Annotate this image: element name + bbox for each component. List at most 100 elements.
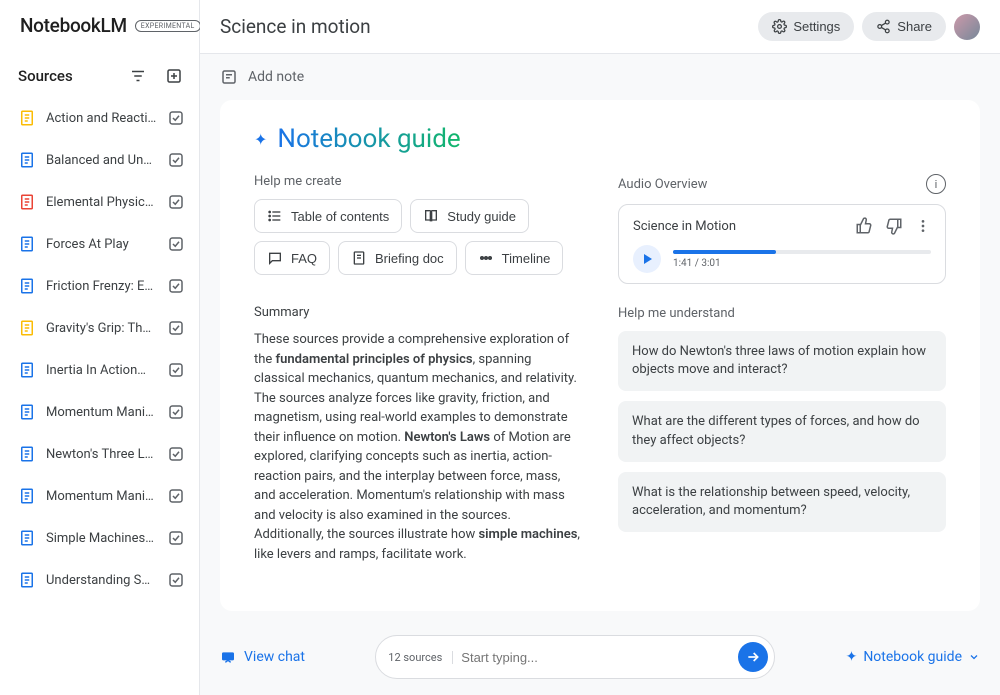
source-item[interactable]: Balanced and Unbalance…	[0, 139, 199, 181]
share-icon	[876, 19, 891, 34]
document-icon	[18, 445, 36, 463]
audio-time: 1:41 / 3:01	[673, 258, 931, 269]
source-item[interactable]: Action and Reaction	[0, 97, 199, 139]
note-add-icon	[220, 68, 238, 86]
app-name: NotebookLM	[20, 14, 127, 37]
document-icon	[18, 151, 36, 169]
chip-timeline[interactable]: Timeline	[465, 241, 564, 275]
source-label: Balanced and Unbalance…	[46, 153, 157, 168]
chip-faq[interactable]: FAQ	[254, 241, 330, 275]
timeline-icon	[478, 250, 494, 266]
chip-briefing[interactable]: Briefing doc	[338, 241, 457, 275]
source-item[interactable]: Gravity's Grip: The Forc…	[0, 307, 199, 349]
audio-overview-label: Audio Overview	[618, 177, 707, 192]
prompt-bar: 12 sources	[375, 635, 775, 679]
chip-briefing-label: Briefing doc	[375, 251, 444, 266]
checkbox-icon[interactable]	[167, 487, 185, 505]
checkbox-icon[interactable]	[167, 361, 185, 379]
source-item[interactable]: Friction Frenzy: Explorin…	[0, 265, 199, 307]
sources-heading: Sources	[18, 67, 73, 85]
help-create-label: Help me create	[254, 174, 582, 189]
document-icon	[18, 235, 36, 253]
doc-icon	[351, 250, 367, 266]
settings-button[interactable]: Settings	[758, 12, 854, 41]
add-note-button[interactable]: Add note	[220, 68, 980, 86]
send-button[interactable]	[738, 642, 768, 672]
list-icon	[267, 208, 283, 224]
thumbs-down-icon[interactable]	[885, 217, 903, 235]
source-item[interactable]: Momentum Mania: Inves…	[0, 475, 199, 517]
document-icon	[18, 529, 36, 547]
notebook-guide-link[interactable]: ✦ Notebook guide	[846, 649, 980, 665]
source-label: Gravity's Grip: The Forc…	[46, 321, 157, 336]
chip-faq-label: FAQ	[291, 251, 317, 266]
source-label: Friction Frenzy: Explorin…	[46, 279, 157, 294]
chip-toc[interactable]: Table of contents	[254, 199, 402, 233]
document-icon	[18, 193, 36, 211]
view-chat-button[interactable]: View chat	[220, 649, 305, 665]
checkbox-icon[interactable]	[167, 151, 185, 169]
book-icon	[423, 208, 439, 224]
sparkle-icon: ✦	[254, 130, 267, 149]
source-item[interactable]: Forces At Play	[0, 223, 199, 265]
question-1[interactable]: How do Newton's three laws of motion exp…	[618, 331, 946, 391]
source-item[interactable]: Momentum Mania: Inves…	[0, 391, 199, 433]
checkbox-icon[interactable]	[167, 445, 185, 463]
source-label: Action and Reaction	[46, 111, 157, 126]
chip-study-label: Study guide	[447, 209, 516, 224]
checkbox-icon[interactable]	[167, 277, 185, 295]
source-label: Momentum Mania: Inves…	[46, 489, 157, 504]
document-icon	[18, 319, 36, 337]
play-icon	[644, 254, 652, 264]
help-understand-label: Help me understand	[618, 306, 946, 321]
settings-label: Settings	[793, 19, 840, 34]
chat-icon	[267, 250, 283, 266]
gear-icon	[772, 19, 787, 34]
checkbox-icon[interactable]	[167, 193, 185, 211]
source-label: Newton's Three Laws…	[46, 447, 157, 462]
checkbox-icon[interactable]	[167, 571, 185, 589]
document-icon	[18, 361, 36, 379]
source-item[interactable]: Simple Machines Make…	[0, 517, 199, 559]
question-3[interactable]: What is the relationship between speed, …	[618, 472, 946, 532]
source-item[interactable]: Inertia In Action…	[0, 349, 199, 391]
thumbs-up-icon[interactable]	[855, 217, 873, 235]
page-title: Science in motion	[220, 15, 371, 38]
question-2[interactable]: What are the different types of forces, …	[618, 401, 946, 461]
chevron-down-icon	[968, 651, 980, 663]
document-icon	[18, 403, 36, 421]
checkbox-icon[interactable]	[167, 109, 185, 127]
chip-timeline-label: Timeline	[502, 251, 551, 266]
share-label: Share	[897, 19, 932, 34]
summary-label: Summary	[254, 305, 582, 320]
checkbox-icon[interactable]	[167, 235, 185, 253]
filter-icon[interactable]	[127, 65, 149, 87]
chat-icon	[220, 649, 236, 665]
info-icon[interactable]: i	[926, 174, 946, 194]
sidebar: NotebookLM EXPERIMENTAL Sources Action a…	[0, 0, 200, 695]
notebook-guide-title: Notebook guide	[277, 124, 460, 154]
notebook-card: ✦ Notebook guide Help me create Table of…	[220, 100, 980, 611]
source-item[interactable]: Newton's Three Laws…	[0, 433, 199, 475]
document-icon	[18, 109, 36, 127]
audio-player: Science in Motion	[618, 204, 946, 284]
chip-toc-label: Table of contents	[291, 209, 389, 224]
source-label: Momentum Mania: Inves…	[46, 405, 157, 420]
source-label: Inertia In Action…	[46, 363, 157, 378]
source-item[interactable]: Elemental Physics, Third…	[0, 181, 199, 223]
share-button[interactable]: Share	[862, 12, 946, 41]
bottombar: View chat 12 sources ✦ Notebook guide	[200, 625, 1000, 695]
add-source-icon[interactable]	[163, 65, 185, 87]
checkbox-icon[interactable]	[167, 403, 185, 421]
avatar[interactable]	[954, 14, 980, 40]
play-button[interactable]	[633, 245, 661, 273]
chip-study[interactable]: Study guide	[410, 199, 529, 233]
checkbox-icon[interactable]	[167, 319, 185, 337]
more-vert-icon[interactable]	[915, 218, 931, 234]
topbar: Science in motion Settings Share	[200, 0, 1000, 54]
audio-progress-bar[interactable]	[673, 250, 931, 254]
prompt-input[interactable]	[461, 650, 730, 665]
source-label: Elemental Physics, Third…	[46, 195, 157, 210]
checkbox-icon[interactable]	[167, 529, 185, 547]
source-item[interactable]: Understanding Speed, Ve…	[0, 559, 199, 601]
